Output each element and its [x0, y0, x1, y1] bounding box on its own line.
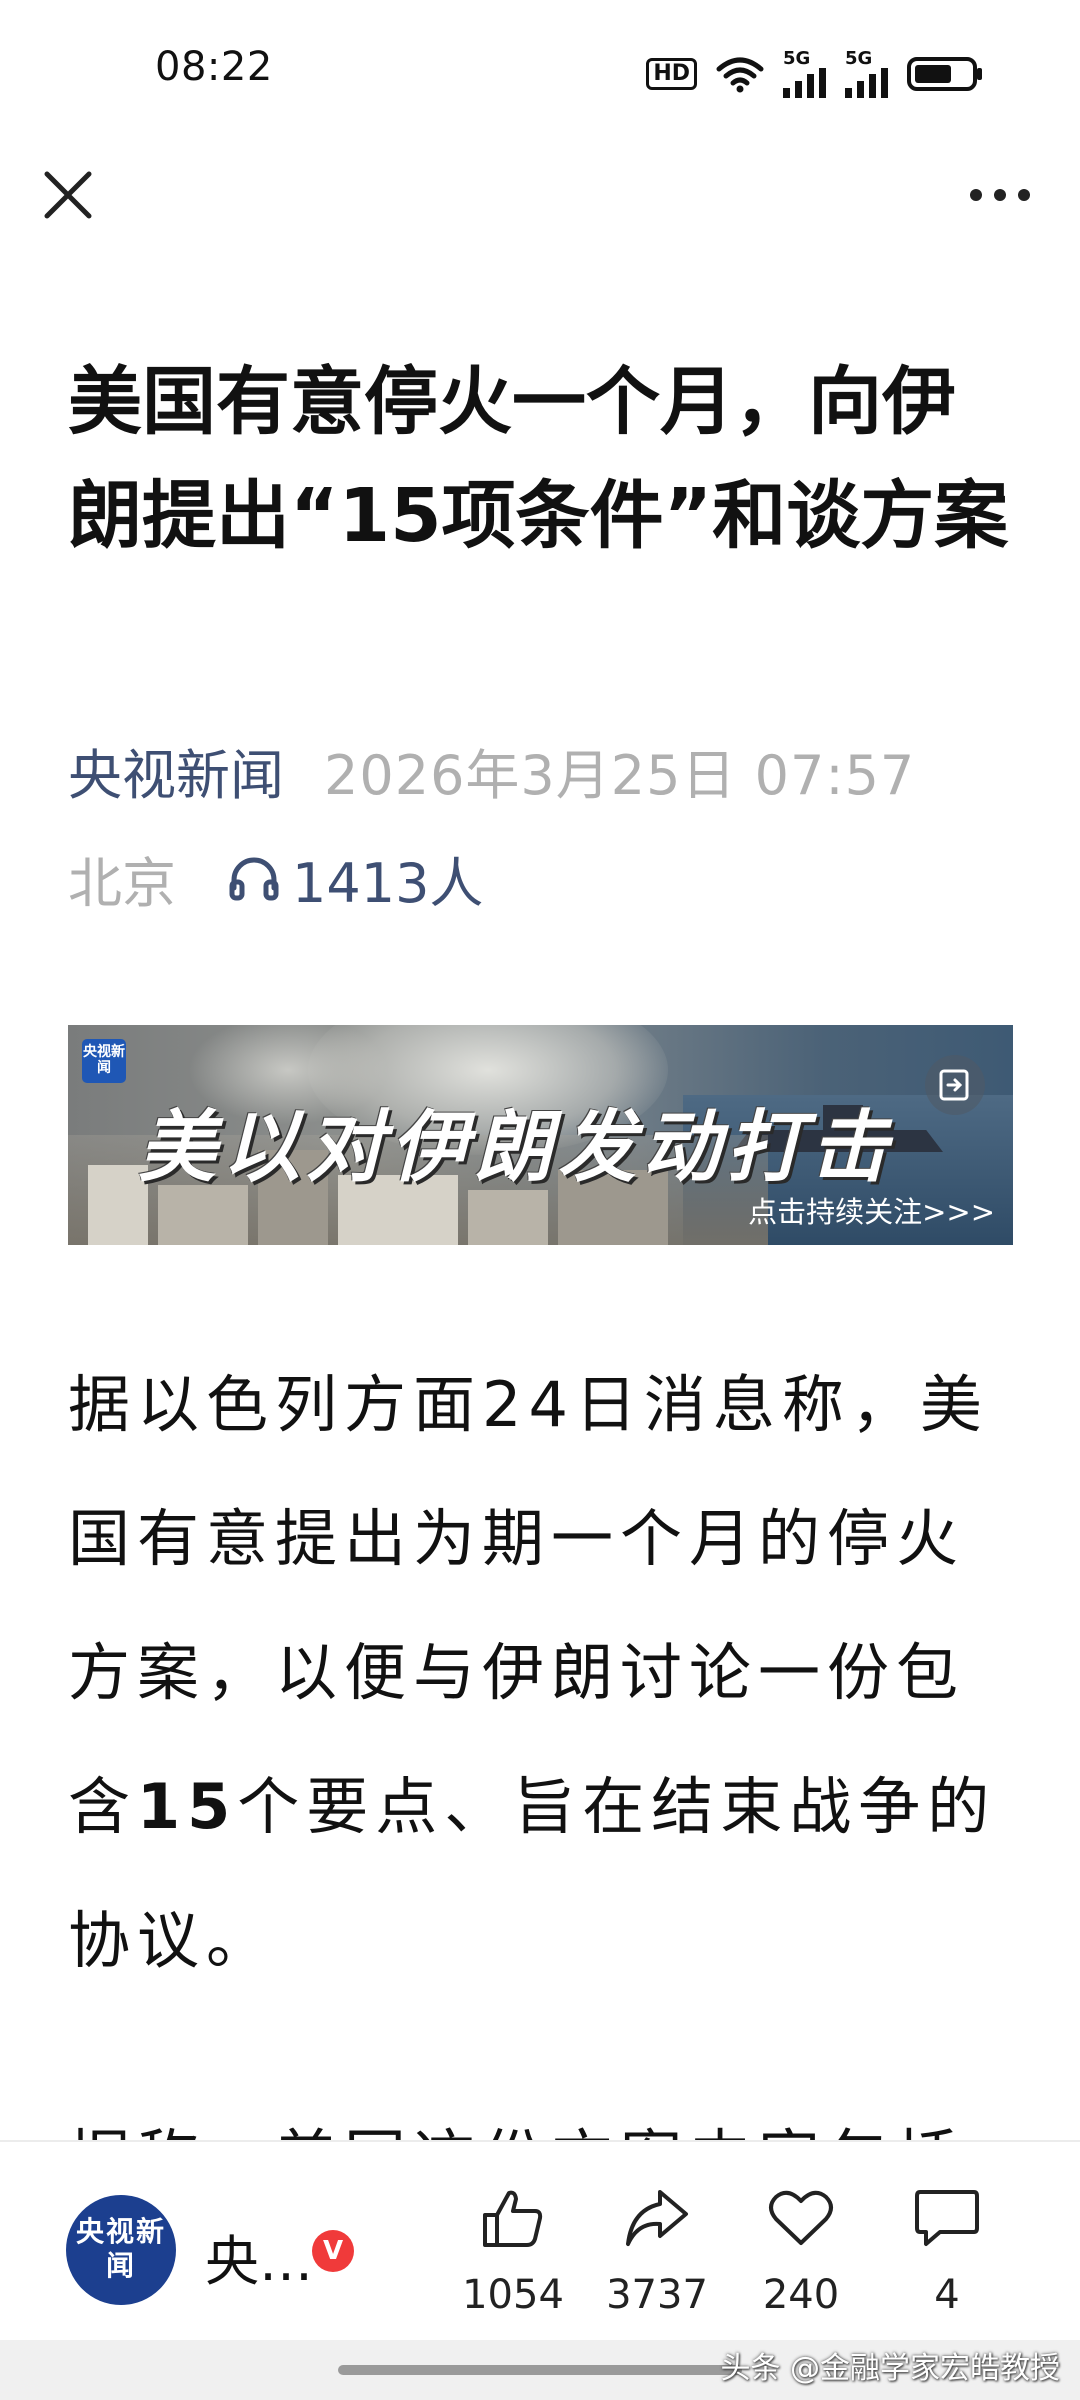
author-avatar[interactable]: 央视新闻: [66, 2195, 176, 2305]
battery-icon: [907, 56, 985, 92]
more-icon: [970, 189, 1030, 201]
headphones-icon: [229, 857, 279, 901]
heart-icon: [769, 2190, 833, 2245]
banner-headline: 美以对伊朗发动打击: [138, 1103, 895, 1193]
signal-5g-icon-1: 5G: [783, 50, 827, 98]
thumbs-up-icon: [483, 2190, 543, 2247]
listen-button[interactable]: 1413人: [228, 839, 483, 918]
cctv-news-logo: 央视新闻: [82, 1039, 126, 1083]
hd-badge: HD: [646, 58, 697, 90]
publish-time: 2026年3月25日 07:57: [324, 743, 916, 807]
comment-icon: [915, 2190, 979, 2246]
article-page: 08:22 HD 5G 5G 美国有意停火一个月，向伊朗提出“15项条件”和谈方…: [0, 0, 1080, 2400]
like-button[interactable]: 1054: [458, 2182, 568, 2318]
like-count: 1054: [462, 2272, 564, 2318]
comment-button[interactable]: 4: [892, 2182, 1002, 2318]
home-indicator[interactable]: [338, 2365, 742, 2375]
exit-icon: [939, 1069, 969, 1101]
wifi-icon: [715, 55, 765, 93]
article-meta-2: 北京 1413人: [68, 843, 483, 915]
share-button[interactable]: 3737: [602, 2182, 712, 2318]
article-meta: 央视新闻 2026年3月25日 07:57: [68, 735, 915, 807]
article-paragraph-partial: 据称，美国这份方案内容包括：: [68, 2092, 1013, 2142]
share-icon: [626, 2190, 688, 2246]
favorite-count: 240: [762, 2272, 840, 2318]
comment-count: 4: [934, 2272, 960, 2318]
topic-banner[interactable]: 央视新闻 美以对伊朗发动打击 点击持续关注>>>: [68, 1025, 1013, 1245]
banner-follow-link[interactable]: 点击持续关注>>>: [748, 1189, 995, 1231]
more-button[interactable]: [960, 170, 1040, 220]
bottom-action-bar: 央视新闻 央… V 1054 3737 240 4: [0, 2140, 1080, 2340]
verified-badge: V: [312, 2230, 354, 2272]
status-time: 08:22: [155, 44, 273, 90]
article-title: 美国有意停火一个月，向伊朗提出“15项条件”和谈方案: [68, 359, 1009, 559]
close-button[interactable]: [38, 165, 98, 225]
watermark: 头条 @金融学家宏皓教授: [720, 2351, 1060, 2386]
banner-exit-button[interactable]: [925, 1055, 985, 1115]
listen-count: 1413人: [292, 851, 484, 915]
location: 北京: [68, 851, 176, 915]
status-bar: 08:22 HD 5G 5G: [0, 0, 1080, 145]
close-icon: [44, 171, 92, 219]
author-name[interactable]: 央…: [205, 2217, 313, 2296]
article-paragraph: 据以色列方面24日消息称，美国有意提出为期一个月的停火方案，以便与伊朗讨论一份包…: [68, 1368, 997, 1977]
source-link[interactable]: 央视新闻: [68, 731, 284, 810]
signal-5g-icon-2: 5G: [845, 50, 889, 98]
status-icons: HD 5G 5G: [646, 50, 985, 98]
favorite-button[interactable]: 240: [746, 2182, 856, 2318]
share-count: 3737: [606, 2272, 708, 2318]
